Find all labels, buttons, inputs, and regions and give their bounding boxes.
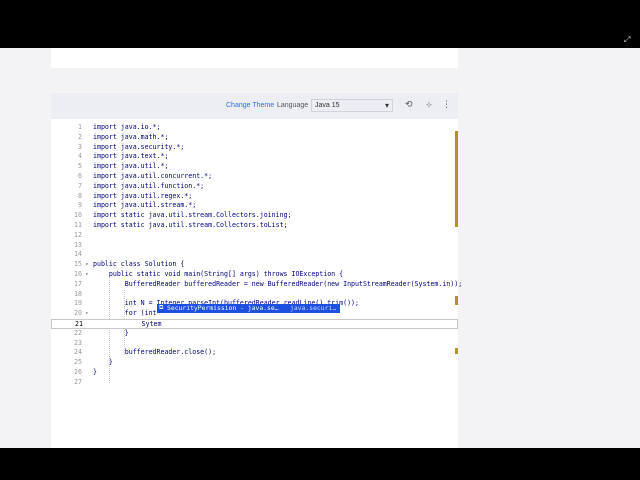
code-line: 25 } xyxy=(74,358,113,367)
fullscreen-icon[interactable]: ⊹ xyxy=(426,100,432,111)
bottom-black-bar xyxy=(0,448,640,480)
code-line: 15 ▾ public class Solution { xyxy=(74,260,185,270)
language-select[interactable]: Java 15 ▾ xyxy=(311,99,393,112)
code-editor-panel: Change Theme Language Java 15 ▾ ⟲ ⊹ ⋮ 1i… xyxy=(51,93,463,448)
code-line: 6 import java.util.concurrent.*; xyxy=(78,172,213,180)
more-options-icon[interactable]: ⋮ xyxy=(442,100,451,111)
suggestion-package: java.securi… xyxy=(290,304,337,312)
code-line: 24 bufferedReader.close(); xyxy=(74,348,217,357)
code-line: 8 import java.util.regex.*; xyxy=(78,191,193,200)
scrollbar-highlight xyxy=(455,348,458,354)
scrollbar-highlight xyxy=(455,296,458,305)
code-line: 1 import java.io.*; xyxy=(78,123,161,131)
code-line: 27 xyxy=(74,377,82,386)
fold-chevron-icon[interactable]: ▾ xyxy=(85,260,89,270)
scrollbar-highlight xyxy=(455,131,458,227)
code-line: 7 import java.util.function.*; xyxy=(78,181,205,190)
code-line: 10 import static java.util.stream.Collect… xyxy=(74,211,292,220)
code-line: 9 import java.util.stream.*; xyxy=(78,201,197,210)
top-black-bar xyxy=(0,0,640,48)
history-icon[interactable]: ⟲ xyxy=(405,100,413,111)
suggestion-label: SecurityPermission - java.se… xyxy=(167,304,279,312)
language-select-value: Java 15 xyxy=(315,102,340,109)
code-line: 12 xyxy=(74,230,82,239)
code-line: 18 xyxy=(74,289,82,298)
current-code-line[interactable]: 21 Sytem xyxy=(51,319,458,329)
code-area[interactable]: 1 import java.io.*; 2 import java.math.*; … xyxy=(51,119,463,448)
fold-chevron-icon[interactable]: ▾ xyxy=(85,270,89,280)
chevron-down-icon: ▾ xyxy=(384,101,389,110)
language-label: Language xyxy=(277,102,309,109)
code-line: 26} xyxy=(74,368,97,376)
code-line: 22 } xyxy=(74,328,129,337)
problem-card-bottom xyxy=(51,48,458,68)
code-line: 23 xyxy=(74,338,82,347)
code-line: 3 import java.security.*; xyxy=(78,142,185,151)
code-line: 11 import static java.util.stream.Collect… xyxy=(74,221,288,229)
code-line: 5 import java.util.*; xyxy=(78,162,169,171)
autocomplete-suggestion[interactable]: ⧉ SecurityPermission - java.se… java.sec… xyxy=(157,304,340,313)
code-line: 16 ▾ public static void main(String[] arg… xyxy=(74,270,344,280)
code-line: 14 xyxy=(74,250,82,259)
code-line: 4 import java.text.*; xyxy=(78,152,169,161)
class-icon: ⧉ xyxy=(159,305,164,311)
change-theme-button[interactable]: Change Theme xyxy=(226,101,274,111)
code-line: 2 import java.math.*; xyxy=(78,132,169,141)
fold-chevron-icon[interactable]: ▾ xyxy=(85,309,89,319)
code-line: 13 xyxy=(74,240,82,249)
code-line: 17 BufferedReader bufferedReader = new B… xyxy=(74,279,463,288)
editor-toolbar: Change Theme Language Java 15 ▾ ⟲ ⊹ ⋮ xyxy=(51,93,458,119)
resize-corner-icon: ⤢ xyxy=(624,35,631,44)
